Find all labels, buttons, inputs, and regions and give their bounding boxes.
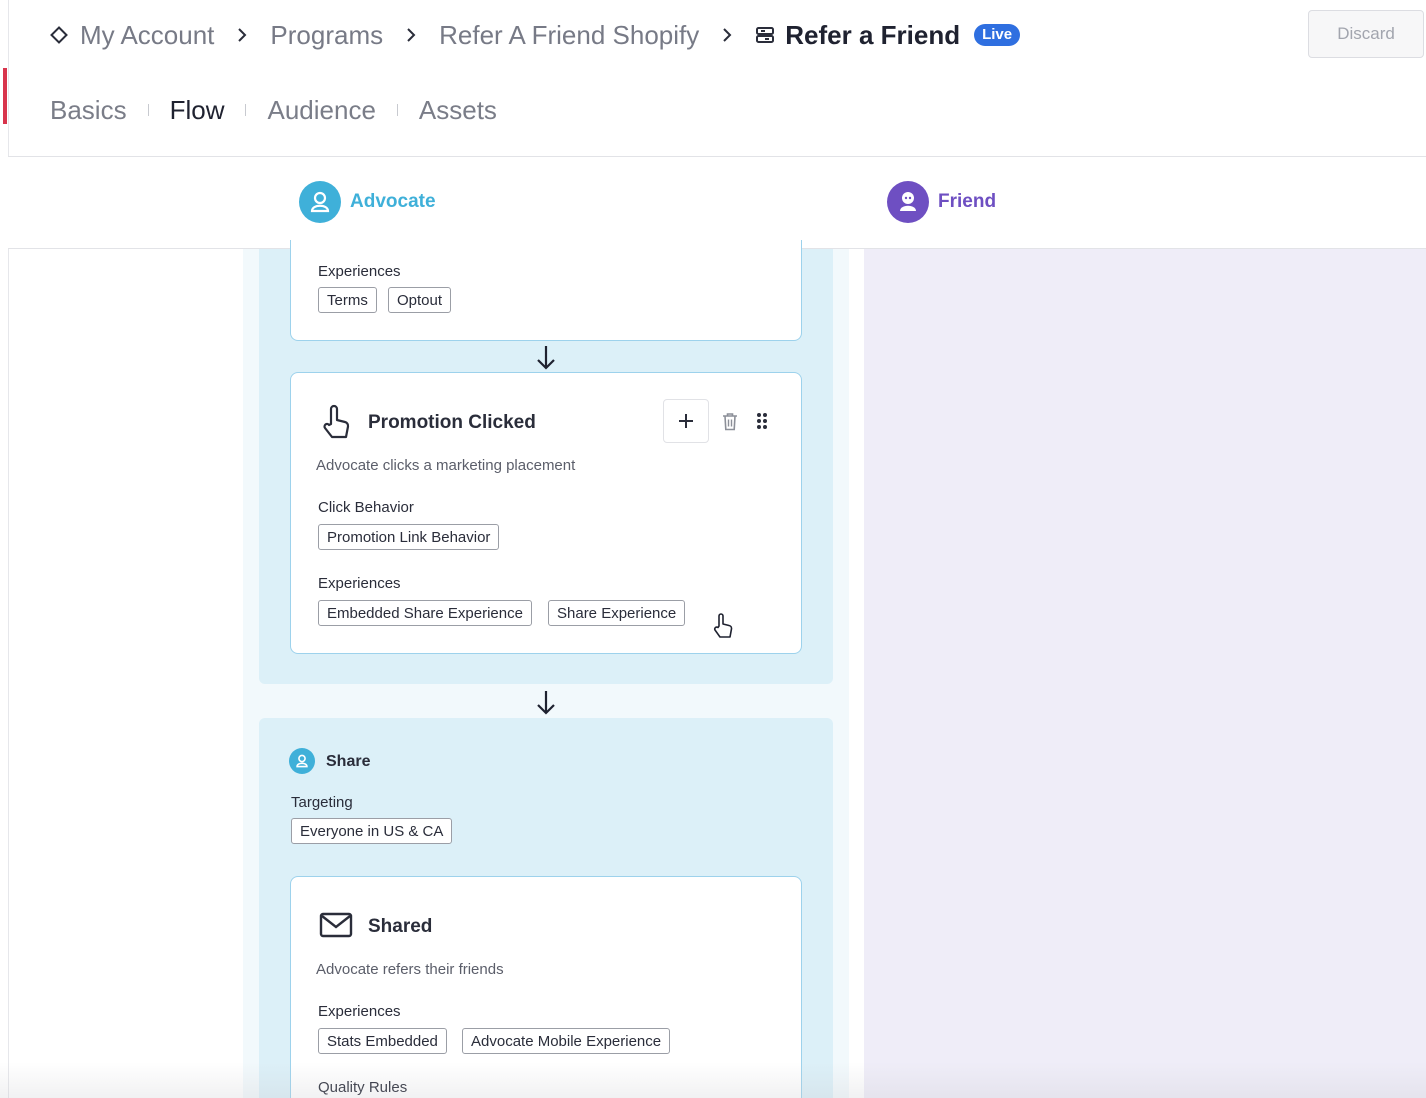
tab-flow[interactable]: Flow: [170, 95, 225, 126]
lane-friend: Friend: [887, 181, 996, 223]
trash-icon[interactable]: [719, 409, 741, 433]
targeting-label: Targeting: [291, 794, 353, 811]
drag-handle-icon[interactable]: [752, 409, 772, 433]
tab-audience[interactable]: Audience: [267, 95, 375, 126]
experience-chip[interactable]: Optout: [388, 287, 452, 313]
experience-chip[interactable]: Share Experience: [548, 600, 686, 626]
plus-icon: [679, 414, 693, 428]
status-badge: Live: [974, 24, 1021, 46]
breadcrumb-programs[interactable]: Programs: [270, 20, 383, 51]
experience-chip[interactable]: Advocate Mobile Experience: [462, 1028, 671, 1054]
experience-chip[interactable]: Terms: [318, 287, 377, 313]
experience-chip[interactable]: Embedded Share Experience: [318, 600, 532, 626]
tab-divider: [245, 104, 247, 116]
envelope-icon: [318, 911, 354, 939]
click-behavior-chip[interactable]: Promotion Link Behavior: [318, 524, 500, 550]
breadcrumb-label: Programs: [270, 19, 384, 50]
experience-chip[interactable]: Stats Embedded: [318, 1028, 447, 1054]
flow-editor-page: My Account Programs Refer A Friend Shopi…: [0, 0, 1426, 1098]
arrow-down-icon: [537, 691, 555, 715]
breadcrumb-label: Refer A Friend Shopify: [439, 19, 700, 50]
advocate-avatar-icon: [289, 748, 315, 774]
targeting-chip[interactable]: Everyone in US & CA: [291, 818, 453, 844]
diamond-icon: [50, 26, 68, 44]
chevron-right-icon: [721, 27, 733, 43]
tab-divider: [147, 104, 149, 116]
flow-card-promotion-clicked[interactable]: Promotion Clicked Advocate clicks a mark…: [290, 372, 802, 654]
friend-column: [864, 249, 1426, 1098]
click-behavior-label: Click Behavior: [318, 499, 414, 516]
lane-label-text: Friend: [938, 191, 997, 212]
card-description: Advocate refers their friends: [316, 961, 504, 978]
page-title: Refer a Friend: [785, 19, 961, 50]
section-tabs: Basics Flow Audience Assets: [50, 92, 497, 128]
program-icon: [755, 25, 775, 45]
chevron-right-icon: [236, 27, 248, 43]
breadcrumb: My Account Programs Refer A Friend Shopi…: [50, 14, 1021, 56]
flow-card-shared[interactable]: Shared Advocate refers their friends Exp…: [290, 876, 802, 1098]
card-description: Advocate clicks a marketing placement: [316, 457, 576, 474]
breadcrumb-program-name[interactable]: Refer A Friend Shopify: [439, 20, 699, 51]
tab-basics[interactable]: Basics: [50, 95, 127, 126]
stage-title: Share: [326, 753, 371, 770]
add-step-button[interactable]: [663, 399, 709, 443]
lane-advocate: Advocate: [299, 181, 436, 223]
breadcrumb-current: Refer a Friend Live: [755, 19, 1021, 51]
flow-card-top[interactable]: Experiences Terms Optout: [290, 240, 802, 341]
arrow-down-icon: [537, 346, 555, 370]
experiences-label: Experiences: [318, 575, 401, 592]
tab-assets[interactable]: Assets: [419, 95, 497, 126]
active-accent-bar: [3, 68, 7, 124]
chevron-right-icon: [405, 27, 417, 43]
card-title: Promotion Clicked: [368, 412, 536, 433]
discard-button[interactable]: Discard: [1308, 10, 1424, 58]
lanes-header: [8, 157, 1426, 248]
friend-avatar-icon: [887, 181, 929, 223]
quality-rules-label: Quality Rules: [318, 1079, 408, 1096]
mouse-pointer-hand-icon: [711, 611, 735, 641]
lane-label-text: Advocate: [350, 191, 436, 212]
breadcrumb-my-account[interactable]: My Account: [50, 20, 214, 51]
experiences-label: Experiences: [318, 263, 401, 280]
advocate-avatar-icon: [299, 181, 341, 223]
card-title: Shared: [368, 916, 433, 937]
pointer-hand-icon: [318, 403, 354, 441]
experiences-label: Experiences: [318, 1003, 401, 1020]
tab-divider: [396, 104, 398, 116]
breadcrumb-label: My Account: [80, 19, 215, 50]
